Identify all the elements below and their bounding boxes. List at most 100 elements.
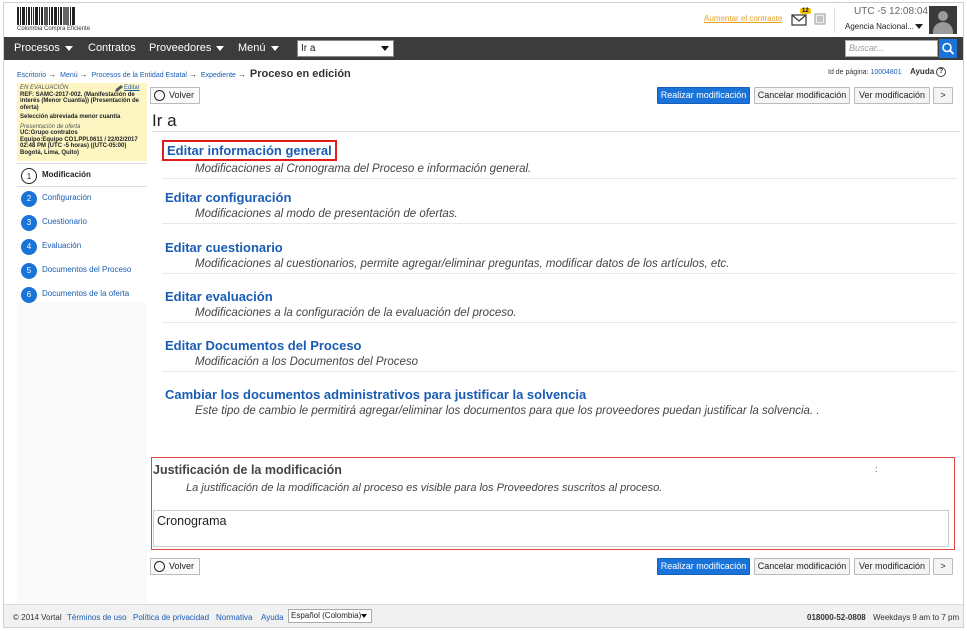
justification-panel: Justificación de la modificación : La ju… [151, 457, 955, 550]
help-icon: ? [936, 67, 947, 77]
edit-configuration-link[interactable]: Editar configuración [162, 189, 294, 206]
goto-select[interactable]: Ir a [297, 40, 394, 57]
breadcrumb: Escritorio → Menú → Procesos de la Entidad… [17, 68, 351, 80]
breadcrumb-expediente[interactable]: Expediente [201, 72, 236, 79]
option-description: Modificaciones al cuestionarios, permite… [195, 258, 730, 270]
agency-selector[interactable]: Agencia Nacional... [845, 22, 914, 31]
back-circle-icon [154, 90, 165, 101]
footer-privacy-link[interactable]: Política de privacidad [133, 613, 209, 622]
chevron-down-icon [270, 45, 279, 51]
nav-proveedores[interactable]: Proveedores [149, 37, 225, 60]
option-edit-configuration: Editar configuración Modificaciones al m… [162, 189, 957, 224]
process-ref: REF: SAMC-2017-002. (Manifestación de in… [20, 91, 140, 111]
option-edit-evaluation: Editar evaluación Modificaciones a la co… [162, 288, 957, 323]
search-icon [942, 42, 955, 55]
footer-help-link[interactable]: Ayuda [261, 613, 284, 622]
edit-process-link[interactable]: Editar [124, 85, 140, 92]
option-divider [162, 322, 957, 323]
chevron-down-icon [361, 614, 367, 618]
step-configuracion[interactable]: 2 Configuración [17, 187, 147, 211]
edit-process-documents-link[interactable]: Editar Documentos del Proceso [162, 337, 365, 354]
mail-count-badge: 12 [800, 8, 811, 14]
colombia-compra-logo[interactable]: Colombia Compra Eficiente [17, 7, 97, 33]
justification-textarea[interactable]: Cronograma [153, 510, 949, 547]
arrow-right-icon: → [237, 70, 246, 79]
footer-rules-link[interactable]: Normativa [216, 613, 252, 622]
nav-procesos[interactable]: Procesos [14, 37, 73, 60]
pencil-icon[interactable] [115, 85, 123, 92]
page-id: Id de página: 10004801 [828, 69, 902, 76]
process-type: Selección abreviada menor cuantía [20, 114, 121, 120]
step-cuestionario[interactable]: 3 Cuestionario [17, 211, 147, 235]
footer-terms-link[interactable]: Términos de uso [67, 613, 127, 622]
search-input[interactable]: Buscar... [845, 40, 938, 57]
page-title: Ir a [152, 111, 177, 130]
option-description: Modificaciones al modo de presentación d… [195, 208, 458, 220]
clock: UTC -5 12:08:04 [854, 6, 928, 17]
option-change-admin-documents: Cambiar los documentos administrativos p… [162, 386, 957, 417]
change-admin-documents-link[interactable]: Cambiar los documentos administrativos p… [162, 386, 589, 403]
back-button-top[interactable]: Volver [150, 87, 201, 104]
step-evaluacion[interactable]: 4 Evaluación [17, 235, 147, 259]
breadcrumb-current: Proceso en edición [249, 68, 351, 80]
view-modification-button-top[interactable]: Ver modificación [854, 87, 930, 104]
back-circle-icon [154, 561, 165, 572]
breadcrumb-escritorio[interactable]: Escritorio [17, 72, 46, 79]
make-modification-button-top[interactable]: Realizar modificación [657, 87, 750, 104]
chevron-down-icon [381, 46, 389, 51]
option-divider [162, 371, 957, 372]
barcode-logo-icon [17, 7, 97, 25]
footer-phone: 018000-52-0808 [807, 613, 866, 622]
option-divider [162, 273, 957, 274]
option-description: Modificaciones al Cronograma del Proceso… [195, 163, 532, 175]
back-button-bottom[interactable]: Volver [150, 558, 201, 575]
option-edit-process-documents: Editar Documentos del Proceso Modificaci… [162, 337, 957, 372]
app-window: Colombia Compra Eficiente Aumentar el co… [3, 2, 964, 628]
arrow-right-icon: → [48, 70, 57, 79]
nav-contratos[interactable]: Contratos [88, 37, 136, 60]
view-modification-button-bottom[interactable]: Ver modificación [854, 558, 930, 575]
breadcrumb-procesos[interactable]: Procesos de la Entidad Estatal [92, 72, 187, 79]
edit-evaluation-link[interactable]: Editar evaluación [162, 288, 276, 305]
increase-contrast-link[interactable]: Aumentar el contraste [704, 14, 782, 23]
language-select[interactable]: Español (Colombia) [288, 609, 372, 623]
option-divider [162, 223, 957, 224]
utc-label: UTC -5 [854, 6, 887, 17]
option-edit-general-info: Editar información general Modificacione… [162, 140, 957, 179]
main-navbar: Procesos Contratos Proveedores Menú Ir a… [4, 37, 963, 60]
step-modificacion[interactable]: 1 Modificación [17, 163, 147, 187]
chevron-down-icon[interactable] [915, 24, 923, 29]
process-summary: EN EVALUACIÓN Editar REF: SAMC-2017-002.… [17, 83, 147, 161]
arrow-right-icon: → [79, 70, 88, 79]
step-documentos-oferta[interactable]: 6 Documentos de la oferta [17, 283, 147, 307]
top-header: Colombia Compra Eficiente Aumentar el co… [4, 3, 963, 37]
option-divider [162, 178, 957, 179]
option-description: Modificaciones a la configuración de la … [195, 307, 517, 319]
option-edit-questionnaire: Editar cuestionario Modificaciones al cu… [162, 239, 957, 274]
cancel-modification-button-top[interactable]: Cancelar modificación [754, 87, 850, 104]
step-documentos-proceso[interactable]: 5 Documentos del Proceso [17, 259, 147, 283]
option-description: Este tipo de cambio le permitirá agregar… [195, 405, 820, 417]
title-divider [152, 131, 960, 132]
process-equipo: Equipo:Equipo CO1.PPI.0611 / 22/02/2017 … [20, 136, 138, 156]
user-avatar[interactable] [929, 6, 957, 34]
next-button-top[interactable]: > [933, 87, 953, 104]
next-button-bottom[interactable]: > [933, 558, 953, 575]
cancel-modification-button-bottom[interactable]: Cancelar modificación [754, 558, 850, 575]
search-button[interactable] [939, 39, 957, 58]
edit-general-info-link[interactable]: Editar información general [162, 140, 337, 161]
breadcrumb-menu[interactable]: Menú [60, 72, 78, 79]
make-modification-button-bottom[interactable]: Realizar modificación [657, 558, 750, 575]
justification-description: La justificación de la modificación al p… [186, 482, 663, 494]
edit-questionnaire-link[interactable]: Editar cuestionario [162, 239, 286, 256]
document-icon[interactable] [814, 13, 826, 25]
logo-text: Colombia Compra Eficiente [17, 26, 91, 32]
nav-menu[interactable]: Menú [238, 37, 279, 60]
footer: © 2014 Vortal Términos de uso Política d… [4, 604, 963, 627]
chevron-down-icon [216, 45, 225, 51]
help-link[interactable]: Ayuda? [910, 67, 947, 77]
footer-hours: Weekdays 9 am to 7 pm [873, 613, 960, 622]
chevron-down-icon [64, 45, 73, 51]
mail-icon[interactable] [791, 12, 809, 26]
clock-time: 12:08:04 [889, 6, 928, 17]
